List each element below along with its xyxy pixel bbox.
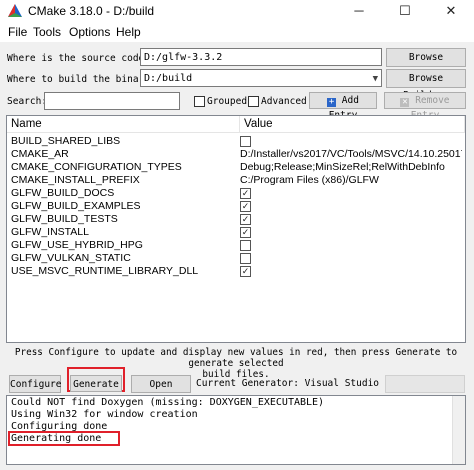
advanced-label: Advanced [261, 96, 307, 107]
table-row[interactable]: CMAKE_AR D:/Installer/vs2017/VC/Tools/MSV… [7, 148, 465, 161]
row-name: GLFW_USE_HYBRID_HPG [11, 239, 143, 251]
source-path-input[interactable]: D:/glfw-3.3.2 [140, 48, 382, 66]
row-value-checkbox[interactable] [240, 136, 251, 147]
menu-help[interactable]: Help [116, 25, 141, 39]
row-name: USE_MSVC_RUNTIME_LIBRARY_DLL [11, 265, 199, 277]
table-row[interactable]: GLFW_BUILD_EXAMPLES ✓ [7, 200, 465, 213]
output-scrollbar[interactable] [452, 396, 465, 464]
row-name: GLFW_VULKAN_STATIC [11, 252, 131, 264]
add-entry-button[interactable]: + Add Entry [309, 92, 377, 121]
row-name: GLFW_BUILD_EXAMPLES [11, 200, 141, 212]
generate-button[interactable]: Generate [70, 375, 122, 392]
row-name: BUILD_SHARED_LIBS [11, 135, 121, 147]
title-bar: CMake 3.18.0 - D:/build ─ ☐ ✕ [0, 0, 474, 22]
row-value-checkbox[interactable]: ✓ [240, 188, 251, 199]
menu-tools[interactable]: Tools [33, 25, 61, 39]
column-header-value[interactable]: Value [240, 116, 465, 133]
close-button[interactable]: ✕ [428, 0, 474, 22]
grouped-label: Grouped [207, 96, 248, 107]
table-row[interactable]: CMAKE_INSTALL_PREFIX C:/Program Files (x8… [7, 174, 465, 187]
configure-button[interactable]: Configure [9, 375, 61, 393]
row-value-checkbox[interactable]: ✓ [240, 201, 251, 212]
menu-file[interactable]: File [8, 25, 27, 39]
log-line: Could NOT find Doxygen (missing: DOXYGEN… [11, 397, 325, 408]
open-project-button[interactable]: Open Project [131, 375, 191, 407]
table-row[interactable]: GLFW_INSTALL ✓ [7, 226, 465, 239]
generating-done-highlight [8, 431, 120, 446]
row-value[interactable]: D:/Installer/vs2017/VC/Tools/MSVC/14.10.… [240, 148, 462, 161]
cache-table[interactable]: Name Value BUILD_SHARED_LIBS CMAKE_AR D:/I… [6, 115, 466, 343]
browse-build-button[interactable]: Browse Build... [386, 69, 466, 101]
search-input[interactable] [44, 92, 180, 110]
row-name: GLFW_BUILD_DOCS [11, 187, 115, 199]
row-name: GLFW_INSTALL [11, 226, 89, 238]
grouped-checkbox[interactable] [194, 96, 205, 107]
table-row[interactable]: GLFW_USE_HYBRID_HPG [7, 239, 465, 252]
row-value-checkbox[interactable] [240, 253, 251, 264]
table-row[interactable]: GLFW_BUILD_DOCS ✓ [7, 187, 465, 200]
row-value-checkbox[interactable]: ✓ [240, 214, 251, 225]
row-value[interactable]: C:/Program Files (x86)/GLFW [240, 174, 462, 187]
output-log[interactable]: Could NOT find Doxygen (missing: DOXYGEN… [6, 395, 466, 465]
table-row[interactable]: GLFW_BUILD_TESTS ✓ [7, 213, 465, 226]
row-name: CMAKE_INSTALL_PREFIX [11, 174, 140, 186]
row-value-checkbox[interactable]: ✓ [240, 227, 251, 238]
chevron-down-icon[interactable]: ▼ [373, 73, 378, 86]
maximize-button[interactable]: ☐ [382, 0, 428, 22]
menu-options[interactable]: Options [69, 25, 110, 39]
minimize-button[interactable]: ─ [336, 0, 382, 22]
row-name: CMAKE_CONFIGURATION_TYPES [11, 161, 182, 173]
row-value[interactable]: Debug;Release;MinSizeRel;RelWithDebInfo [240, 161, 462, 174]
add-icon: + [327, 97, 337, 107]
browse-source-button[interactable]: Browse Source... [386, 48, 466, 80]
log-line: Using Win32 for window creation [11, 409, 198, 420]
row-value-checkbox[interactable] [240, 240, 251, 251]
menu-bar: File Tools Options Help [0, 22, 474, 42]
window-title: CMake 3.18.0 - D:/build [28, 4, 155, 18]
source-label: Where is the source code: [7, 53, 150, 64]
progress-bar [385, 375, 465, 393]
column-header-name[interactable]: Name [7, 116, 240, 133]
table-row[interactable]: CMAKE_CONFIGURATION_TYPES Debug;Release;M… [7, 161, 465, 174]
table-row[interactable]: USE_MSVC_RUNTIME_LIBRARY_DLL ✓ [7, 265, 465, 278]
row-name: GLFW_BUILD_TESTS [11, 213, 118, 225]
table-row[interactable]: GLFW_VULKAN_STATIC [7, 252, 465, 265]
build-path-combo[interactable]: D:/build ▼ [140, 69, 382, 87]
remove-entry-button[interactable]: ✕ Remove Entry [384, 92, 466, 121]
search-label: Search: [7, 96, 48, 107]
row-name: CMAKE_AR [11, 148, 69, 160]
table-row[interactable]: BUILD_SHARED_LIBS [7, 135, 465, 148]
row-value-checkbox[interactable]: ✓ [240, 266, 251, 277]
remove-icon: ✕ [400, 97, 410, 107]
cmake-logo-icon [8, 4, 22, 17]
advanced-checkbox[interactable] [248, 96, 259, 107]
